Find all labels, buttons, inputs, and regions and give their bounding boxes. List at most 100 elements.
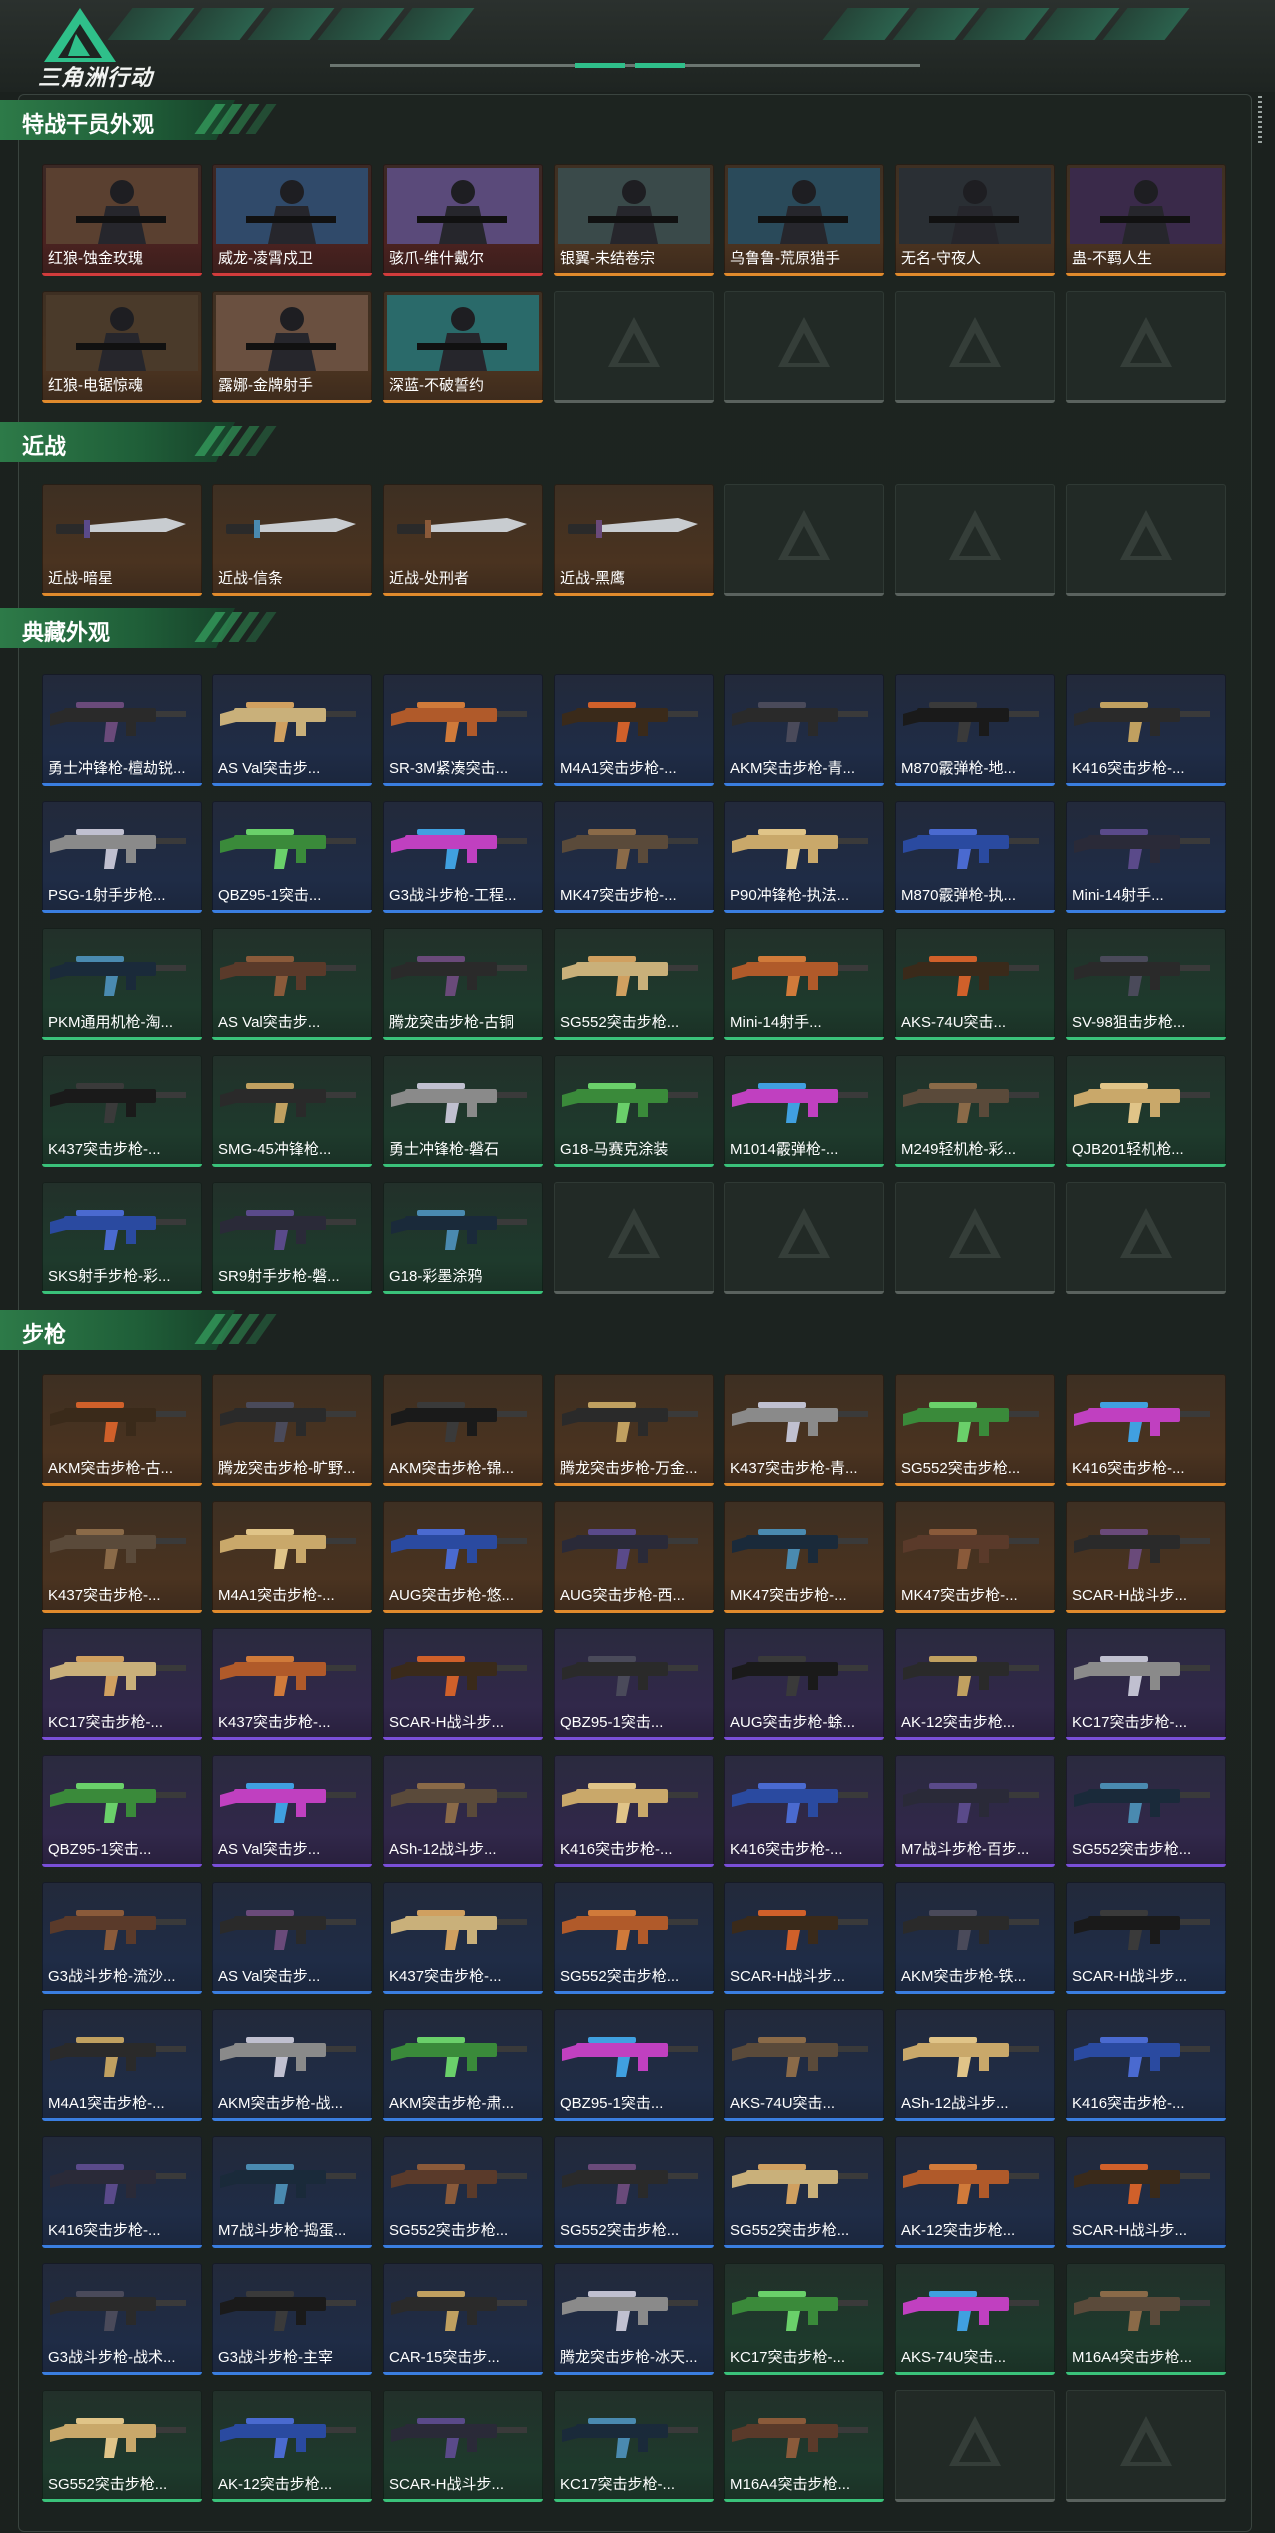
item-card[interactable]: SG552突击步枪... — [383, 2136, 543, 2248]
item-card[interactable]: SG552突击步枪... — [895, 1374, 1055, 1486]
item-card[interactable]: QBZ95-1突击... — [554, 1628, 714, 1740]
item-card[interactable]: 腾龙突击步枪-万金... — [554, 1374, 714, 1486]
item-card[interactable]: M4A1突击步枪-... — [42, 2009, 202, 2121]
item-card[interactable]: M4A1突击步枪-... — [212, 1501, 372, 1613]
item-card[interactable]: SCAR-H战斗步... — [1066, 1501, 1226, 1613]
item-card[interactable]: M249轻机枪-彩... — [895, 1055, 1055, 1167]
item-card[interactable]: G18-彩墨涂鸦 — [383, 1182, 543, 1294]
item-card[interactable]: 蛊-不羁人生 — [1066, 164, 1226, 276]
item-card[interactable]: G3战斗步枪-战术... — [42, 2263, 202, 2375]
item-card[interactable]: QBZ95-1突击... — [42, 1755, 202, 1867]
item-card[interactable]: AS Val突击步... — [212, 1882, 372, 1994]
item-card[interactable]: MK47突击步枪-... — [895, 1501, 1055, 1613]
item-card[interactable]: AKM突击步枪-青... — [724, 674, 884, 786]
item-card[interactable]: AK-12突击步枪... — [895, 1628, 1055, 1740]
item-card[interactable]: SG552突击步枪... — [554, 2136, 714, 2248]
item-card[interactable]: K416突击步枪-... — [1066, 1374, 1226, 1486]
item-card[interactable]: AKM突击步枪-战... — [212, 2009, 372, 2121]
item-card[interactable]: 近战-信条 — [212, 484, 372, 596]
item-card[interactable]: 近战-暗星 — [42, 484, 202, 596]
item-card[interactable]: 深蓝-不破誓约 — [383, 291, 543, 403]
scrollbar-thumb[interactable] — [1258, 96, 1262, 146]
item-card[interactable]: QJB201轻机枪... — [1066, 1055, 1226, 1167]
item-card[interactable]: SCAR-H战斗步... — [1066, 2136, 1226, 2248]
item-card[interactable]: QBZ95-1突击... — [554, 2009, 714, 2121]
item-card[interactable]: AK-12突击步枪... — [895, 2136, 1055, 2248]
item-card[interactable]: KC17突击步枪-... — [724, 2263, 884, 2375]
item-card[interactable]: K416突击步枪-... — [1066, 674, 1226, 786]
item-card[interactable]: M7战斗步枪-捣蛋... — [212, 2136, 372, 2248]
item-card[interactable]: Mini-14射手... — [1066, 801, 1226, 913]
item-card[interactable]: 红狼-蚀金玫瑰 — [42, 164, 202, 276]
item-card[interactable]: K437突击步枪-青... — [724, 1374, 884, 1486]
item-card[interactable]: SCAR-H战斗步... — [383, 1628, 543, 1740]
item-card[interactable]: MK47突击步枪-... — [724, 1501, 884, 1613]
item-card[interactable]: 近战-处刑者 — [383, 484, 543, 596]
item-card[interactable]: K437突击步枪-... — [42, 1501, 202, 1613]
item-card[interactable]: G3战斗步枪-工程... — [383, 801, 543, 913]
item-card[interactable]: 骇爪-维什戴尔 — [383, 164, 543, 276]
item-card[interactable]: KC17突击步枪-... — [554, 2390, 714, 2502]
item-card[interactable]: SCAR-H战斗步... — [724, 1882, 884, 1994]
item-card[interactable]: K437突击步枪-... — [42, 1055, 202, 1167]
item-card[interactable]: AKM突击步枪-锦... — [383, 1374, 543, 1486]
item-card[interactable]: 乌鲁鲁-荒原猎手 — [724, 164, 884, 276]
item-card[interactable]: SV-98狙击步枪... — [1066, 928, 1226, 1040]
item-card[interactable]: G18-马赛克涂装 — [554, 1055, 714, 1167]
item-card[interactable]: KC17突击步枪-... — [1066, 1628, 1226, 1740]
item-card[interactable]: G3战斗步枪-主宰 — [212, 2263, 372, 2375]
item-card[interactable]: AUG突击步枪-蜍... — [724, 1628, 884, 1740]
item-card[interactable]: P90冲锋枪-执法... — [724, 801, 884, 913]
item-card[interactable]: AKM突击步枪-铁... — [895, 1882, 1055, 1994]
item-card[interactable]: SCAR-H战斗步... — [383, 2390, 543, 2502]
item-card[interactable]: KC17突击步枪-... — [42, 1628, 202, 1740]
item-card[interactable]: MK47突击步枪-... — [554, 801, 714, 913]
item-card[interactable]: SG552突击步枪... — [554, 928, 714, 1040]
item-card[interactable]: 腾龙突击步枪-旷野... — [212, 1374, 372, 1486]
item-card[interactable]: 露娜-金牌射手 — [212, 291, 372, 403]
item-card[interactable]: M1014霰弹枪-... — [724, 1055, 884, 1167]
item-card[interactable]: PKM通用机枪-淘... — [42, 928, 202, 1040]
item-card[interactable]: ASh-12战斗步... — [383, 1755, 543, 1867]
item-card[interactable]: SR-3M紧凑突击... — [383, 674, 543, 786]
item-card[interactable]: AUG突击步枪-悠... — [383, 1501, 543, 1613]
item-card[interactable]: 威龙-凌霄戍卫 — [212, 164, 372, 276]
item-card[interactable]: K416突击步枪-... — [554, 1755, 714, 1867]
item-card[interactable]: SG552突击步枪... — [724, 2136, 884, 2248]
item-card[interactable]: K437突击步枪-... — [383, 1882, 543, 1994]
item-card[interactable]: 勇士冲锋枪-檀劫锐... — [42, 674, 202, 786]
item-card[interactable]: M16A4突击步枪... — [724, 2390, 884, 2502]
item-card[interactable]: M16A4突击步枪... — [1066, 2263, 1226, 2375]
item-card[interactable]: SG552突击步枪... — [554, 1882, 714, 1994]
item-card[interactable]: AS Val突击步... — [212, 1755, 372, 1867]
item-card[interactable]: AS Val突击步... — [212, 674, 372, 786]
item-card[interactable]: 无名-守夜人 — [895, 164, 1055, 276]
item-card[interactable]: AK-12突击步枪... — [212, 2390, 372, 2502]
item-card[interactable]: AS Val突击步... — [212, 928, 372, 1040]
item-card[interactable]: AKS-74U突击... — [895, 2263, 1055, 2375]
item-card[interactable]: SG552突击步枪... — [1066, 1755, 1226, 1867]
item-card[interactable]: AKM突击步枪-古... — [42, 1374, 202, 1486]
item-card[interactable]: K416突击步枪-... — [724, 1755, 884, 1867]
item-card[interactable]: CAR-15突击步... — [383, 2263, 543, 2375]
item-card[interactable]: SMG-45冲锋枪... — [212, 1055, 372, 1167]
item-card[interactable]: SKS射手步枪-彩... — [42, 1182, 202, 1294]
item-card[interactable]: G3战斗步枪-流沙... — [42, 1882, 202, 1994]
item-card[interactable]: 腾龙突击步枪-冰天... — [554, 2263, 714, 2375]
item-card[interactable]: K416突击步枪-... — [42, 2136, 202, 2248]
item-card[interactable]: 红狼-电锯惊魂 — [42, 291, 202, 403]
item-card[interactable]: QBZ95-1突击... — [212, 801, 372, 913]
item-card[interactable]: SR9射手步枪-磐... — [212, 1182, 372, 1294]
item-card[interactable]: AKS-74U突击... — [895, 928, 1055, 1040]
item-card[interactable]: 银翼-未结卷宗 — [554, 164, 714, 276]
item-card[interactable]: AKM突击步枪-肃... — [383, 2009, 543, 2121]
item-card[interactable]: 近战-黑鹰 — [554, 484, 714, 596]
item-card[interactable]: M7战斗步枪-百步... — [895, 1755, 1055, 1867]
item-card[interactable]: M4A1突击步枪-... — [554, 674, 714, 786]
item-card[interactable]: K437突击步枪-... — [212, 1628, 372, 1740]
item-card[interactable]: Mini-14射手... — [724, 928, 884, 1040]
item-card[interactable]: AKS-74U突击... — [724, 2009, 884, 2121]
item-card[interactable]: 勇士冲锋枪-磐石 — [383, 1055, 543, 1167]
item-card[interactable]: M870霰弹枪-执... — [895, 801, 1055, 913]
item-card[interactable]: M870霰弹枪-地... — [895, 674, 1055, 786]
